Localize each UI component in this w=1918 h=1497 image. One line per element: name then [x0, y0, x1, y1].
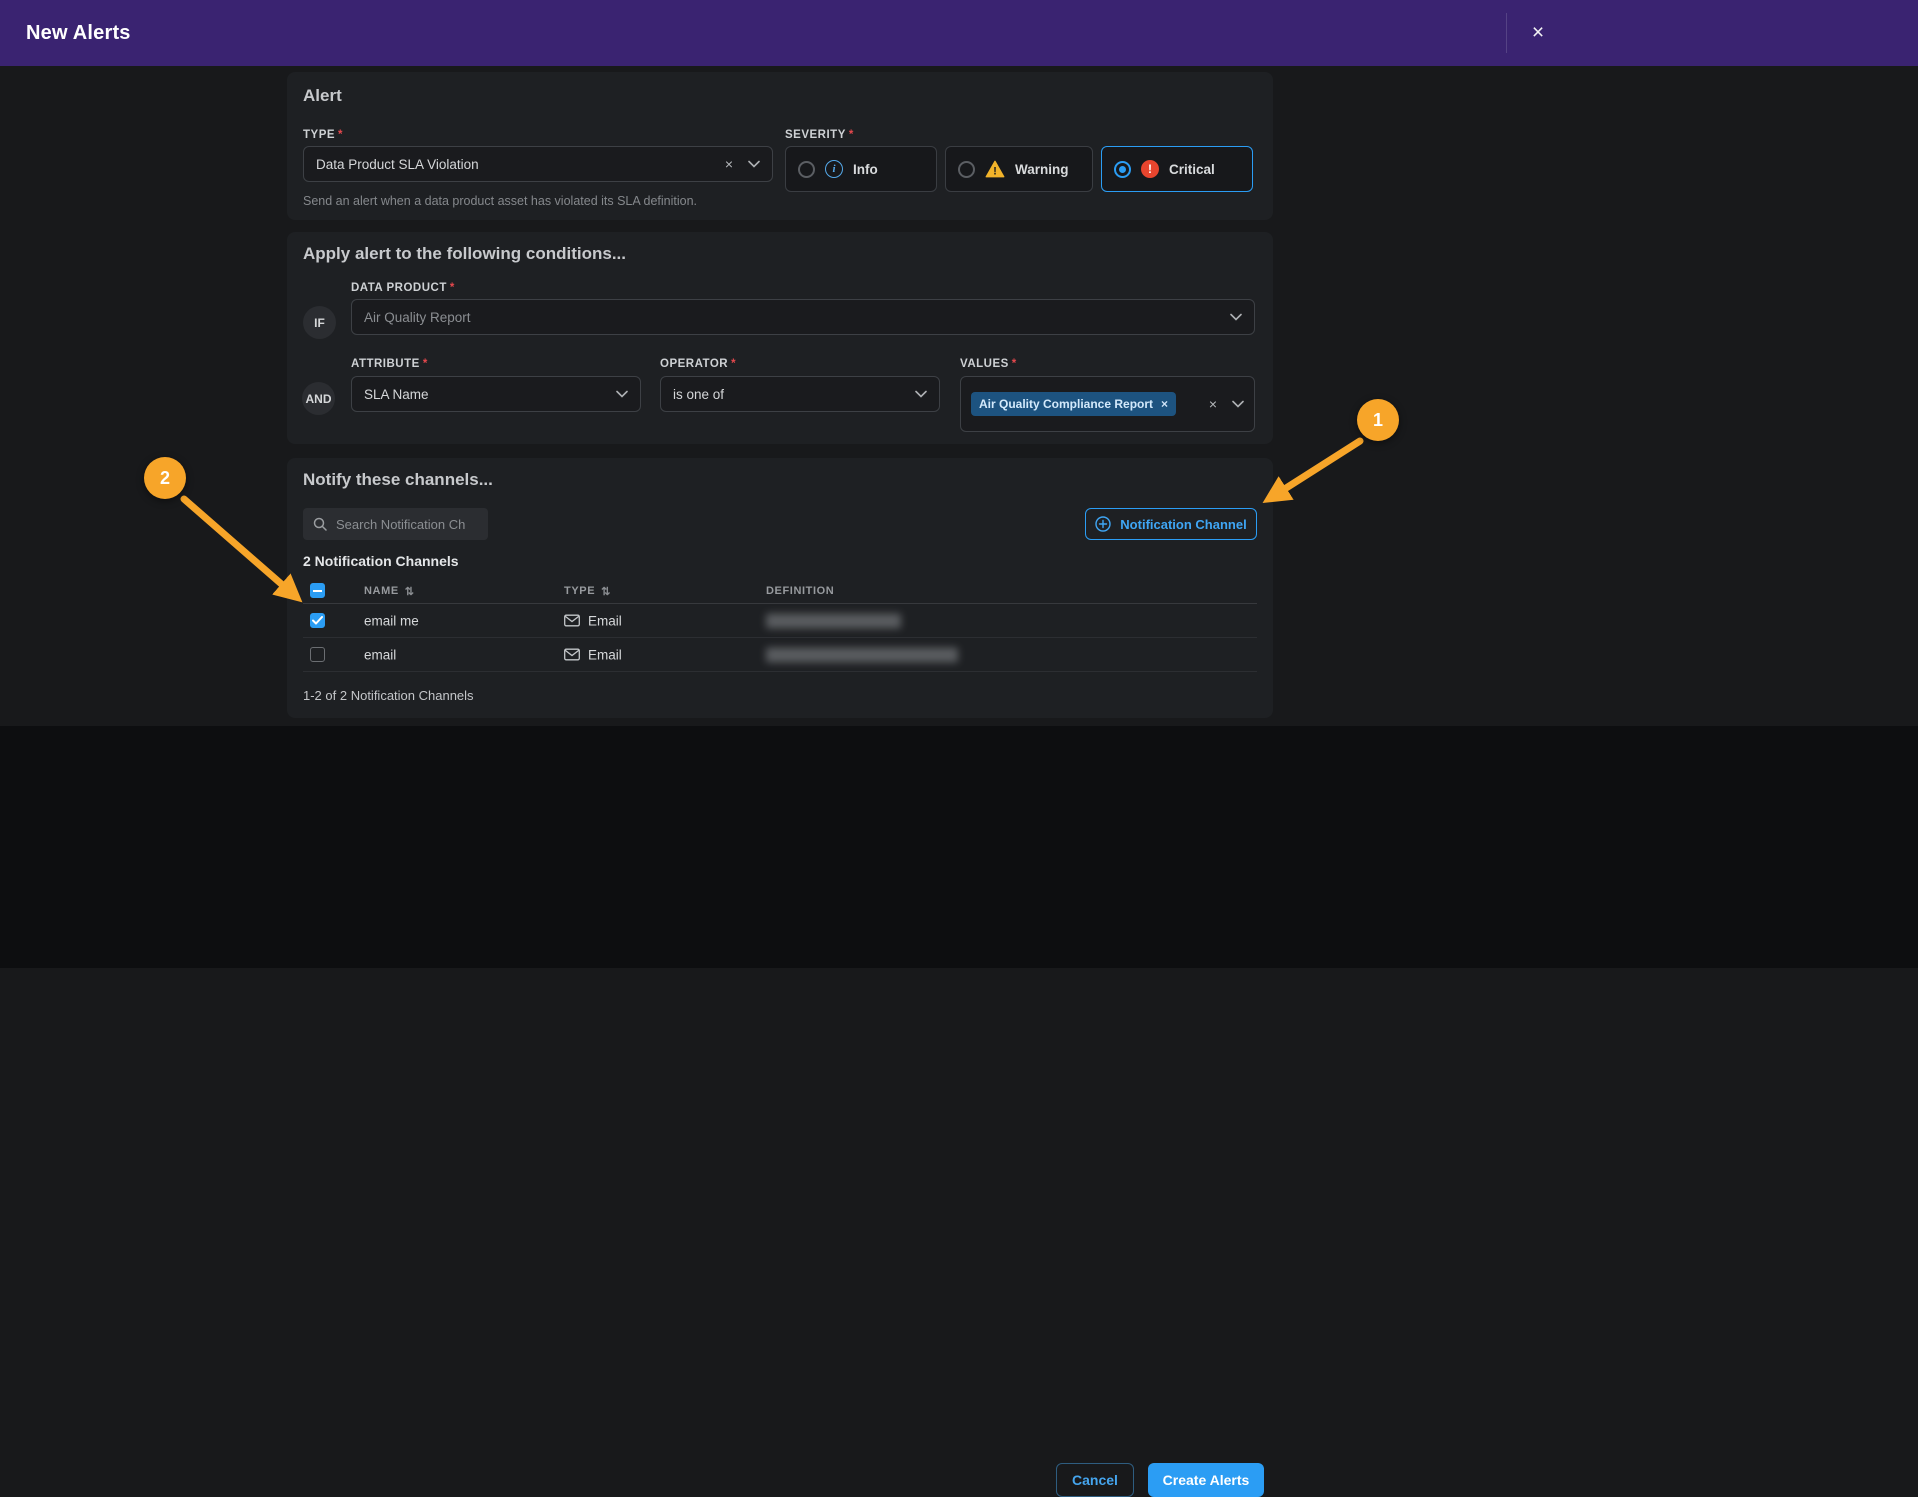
value-chip: Air Quality Compliance Report ×: [971, 392, 1176, 416]
chevron-down-icon[interactable]: [1230, 313, 1242, 321]
notification-search[interactable]: [303, 508, 488, 540]
select-all-checkbox[interactable]: [310, 583, 325, 598]
channel-name: email me: [364, 613, 419, 628]
severity-option-info[interactable]: i Info: [785, 146, 937, 192]
sort-icon[interactable]: ⇅: [405, 585, 415, 598]
channel-name: email: [364, 647, 396, 662]
radio-selected[interactable]: [1114, 161, 1131, 178]
notify-section-title: Notify these channels...: [303, 470, 493, 490]
severity-option-label: Info: [853, 162, 878, 177]
attribute-label: ATTRIBUTE*: [351, 358, 428, 370]
close-icon[interactable]: ×: [1518, 13, 1558, 53]
alert-section-title: Alert: [303, 86, 342, 106]
annotation-badge-2: 2: [144, 457, 186, 499]
operator-label: OPERATOR*: [660, 358, 736, 370]
clear-icon[interactable]: ×: [1209, 397, 1217, 411]
required-asterisk: *: [423, 358, 428, 370]
type-select-value: Data Product SLA Violation: [316, 157, 725, 172]
attribute-select-value: SLA Name: [364, 387, 616, 402]
notify-section: Notify these channels... Notification Ch…: [287, 458, 1273, 718]
attribute-select[interactable]: SLA Name: [351, 376, 641, 412]
chevron-down-icon[interactable]: [616, 390, 628, 398]
type-select[interactable]: Data Product SLA Violation ×: [303, 146, 773, 182]
modal-footer: Cancel Create Alerts: [0, 726, 1918, 968]
values-multiselect[interactable]: Air Quality Compliance Report × ×: [960, 376, 1255, 432]
chevron-down-icon[interactable]: [748, 160, 760, 168]
warning-icon: !: [985, 160, 1005, 178]
severity-label: SEVERITY*: [785, 129, 854, 141]
sort-icon[interactable]: ⇅: [601, 585, 611, 598]
data-product-select[interactable]: Air Quality Report: [351, 299, 1255, 335]
column-header-type[interactable]: TYPE ⇅: [564, 578, 611, 604]
cancel-button[interactable]: Cancel: [1056, 1463, 1134, 1497]
channel-type: Email: [564, 613, 622, 628]
column-header-definition: DEFINITION: [766, 578, 834, 604]
required-asterisk: *: [450, 282, 455, 294]
annotation-badge-1: 1: [1357, 399, 1399, 441]
column-header-name[interactable]: NAME ⇅: [364, 578, 415, 604]
table-header: NAME ⇅ TYPE ⇅ DEFINITION: [303, 578, 1257, 604]
svg-text:!: !: [993, 166, 997, 178]
table-row[interactable]: email Email: [303, 638, 1257, 672]
info-icon: i: [825, 160, 843, 178]
search-input[interactable]: [336, 517, 478, 532]
critical-icon: !: [1141, 160, 1159, 178]
operator-select[interactable]: is one of: [660, 376, 940, 412]
operator-select-value: is one of: [673, 387, 915, 402]
required-asterisk: *: [338, 129, 343, 141]
conditions-section: Apply alert to the following conditions.…: [287, 232, 1273, 444]
email-icon: [564, 615, 580, 627]
data-product-placeholder: Air Quality Report: [364, 310, 1230, 325]
email-icon: [564, 649, 580, 661]
definition-redacted: [766, 613, 901, 628]
values-label: VALUES*: [960, 358, 1017, 370]
required-asterisk: *: [731, 358, 736, 370]
add-notification-channel-label: Notification Channel: [1120, 517, 1246, 532]
type-label: TYPE*: [303, 129, 343, 141]
channel-type: Email: [564, 647, 622, 662]
modal-title: New Alerts: [26, 22, 131, 45]
definition-redacted: [766, 647, 958, 662]
severity-option-label: Critical: [1169, 162, 1215, 177]
chevron-down-icon[interactable]: [1232, 400, 1244, 408]
data-product-label: DATA PRODUCT*: [351, 282, 455, 294]
value-chip-label: Air Quality Compliance Report: [979, 397, 1153, 411]
radio-unselected[interactable]: [798, 161, 815, 178]
severity-options: i Info ! Warning ! Critical: [785, 146, 1253, 192]
required-asterisk: *: [849, 129, 854, 141]
type-helper-text: Send an alert when a data product asset …: [303, 194, 697, 208]
header-divider: [1506, 13, 1507, 53]
alert-section: Alert TYPE* Data Product SLA Violation ×…: [287, 72, 1273, 220]
clear-icon[interactable]: ×: [725, 157, 733, 171]
row-checkbox-unchecked[interactable]: [310, 647, 325, 662]
row-checkbox-checked[interactable]: [310, 613, 325, 628]
chevron-down-icon[interactable]: [915, 390, 927, 398]
severity-option-warning[interactable]: ! Warning: [945, 146, 1093, 192]
and-badge: AND: [302, 382, 335, 415]
add-notification-channel-button[interactable]: Notification Channel: [1085, 508, 1257, 540]
plus-circle-icon: [1095, 516, 1111, 532]
channel-count-text: 2 Notification Channels: [303, 553, 459, 569]
create-alerts-button[interactable]: Create Alerts: [1148, 1463, 1264, 1497]
modal-header: New Alerts ×: [0, 0, 1918, 66]
search-icon: [313, 517, 327, 531]
chip-close-icon[interactable]: ×: [1161, 398, 1168, 410]
pagination-text: 1-2 of 2 Notification Channels: [303, 688, 474, 703]
radio-unselected[interactable]: [958, 161, 975, 178]
required-asterisk: *: [1012, 358, 1017, 370]
severity-option-critical[interactable]: ! Critical: [1101, 146, 1253, 192]
conditions-section-title: Apply alert to the following conditions.…: [303, 244, 626, 264]
if-badge: IF: [303, 306, 336, 339]
table-row[interactable]: email me Email: [303, 604, 1257, 638]
severity-option-label: Warning: [1015, 162, 1069, 177]
